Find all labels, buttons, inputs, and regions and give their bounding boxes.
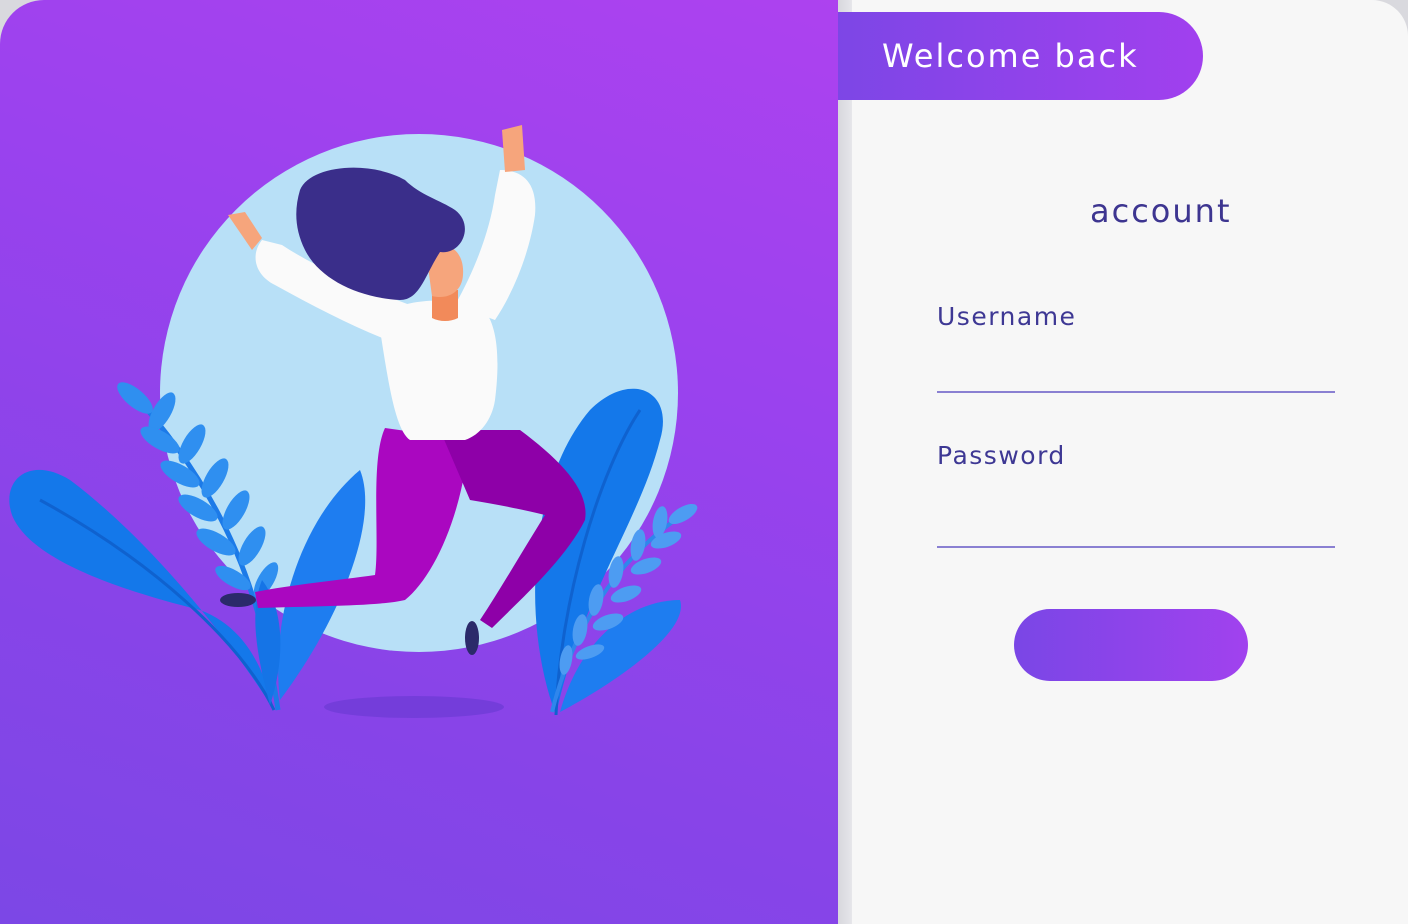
username-input[interactable] [937, 353, 1335, 393]
password-input[interactable] [937, 508, 1335, 548]
welcome-title: Welcome back [882, 37, 1139, 75]
right-hand [502, 125, 525, 172]
login-screen: Welcome back account Username Password [0, 0, 1408, 924]
illustration-panel [0, 0, 838, 924]
panel-divider [838, 0, 852, 924]
form-title: account [1090, 192, 1232, 230]
left-shoe [220, 593, 256, 607]
welcome-banner: Welcome back [838, 12, 1203, 100]
ground-shadow [324, 696, 504, 718]
username-label: Username [937, 302, 1077, 331]
woman-jumping-illustration [9, 125, 698, 718]
password-label: Password [937, 441, 1066, 470]
login-button[interactable] [1014, 609, 1248, 681]
right-shoe [465, 621, 479, 655]
form-panel [852, 0, 1408, 924]
